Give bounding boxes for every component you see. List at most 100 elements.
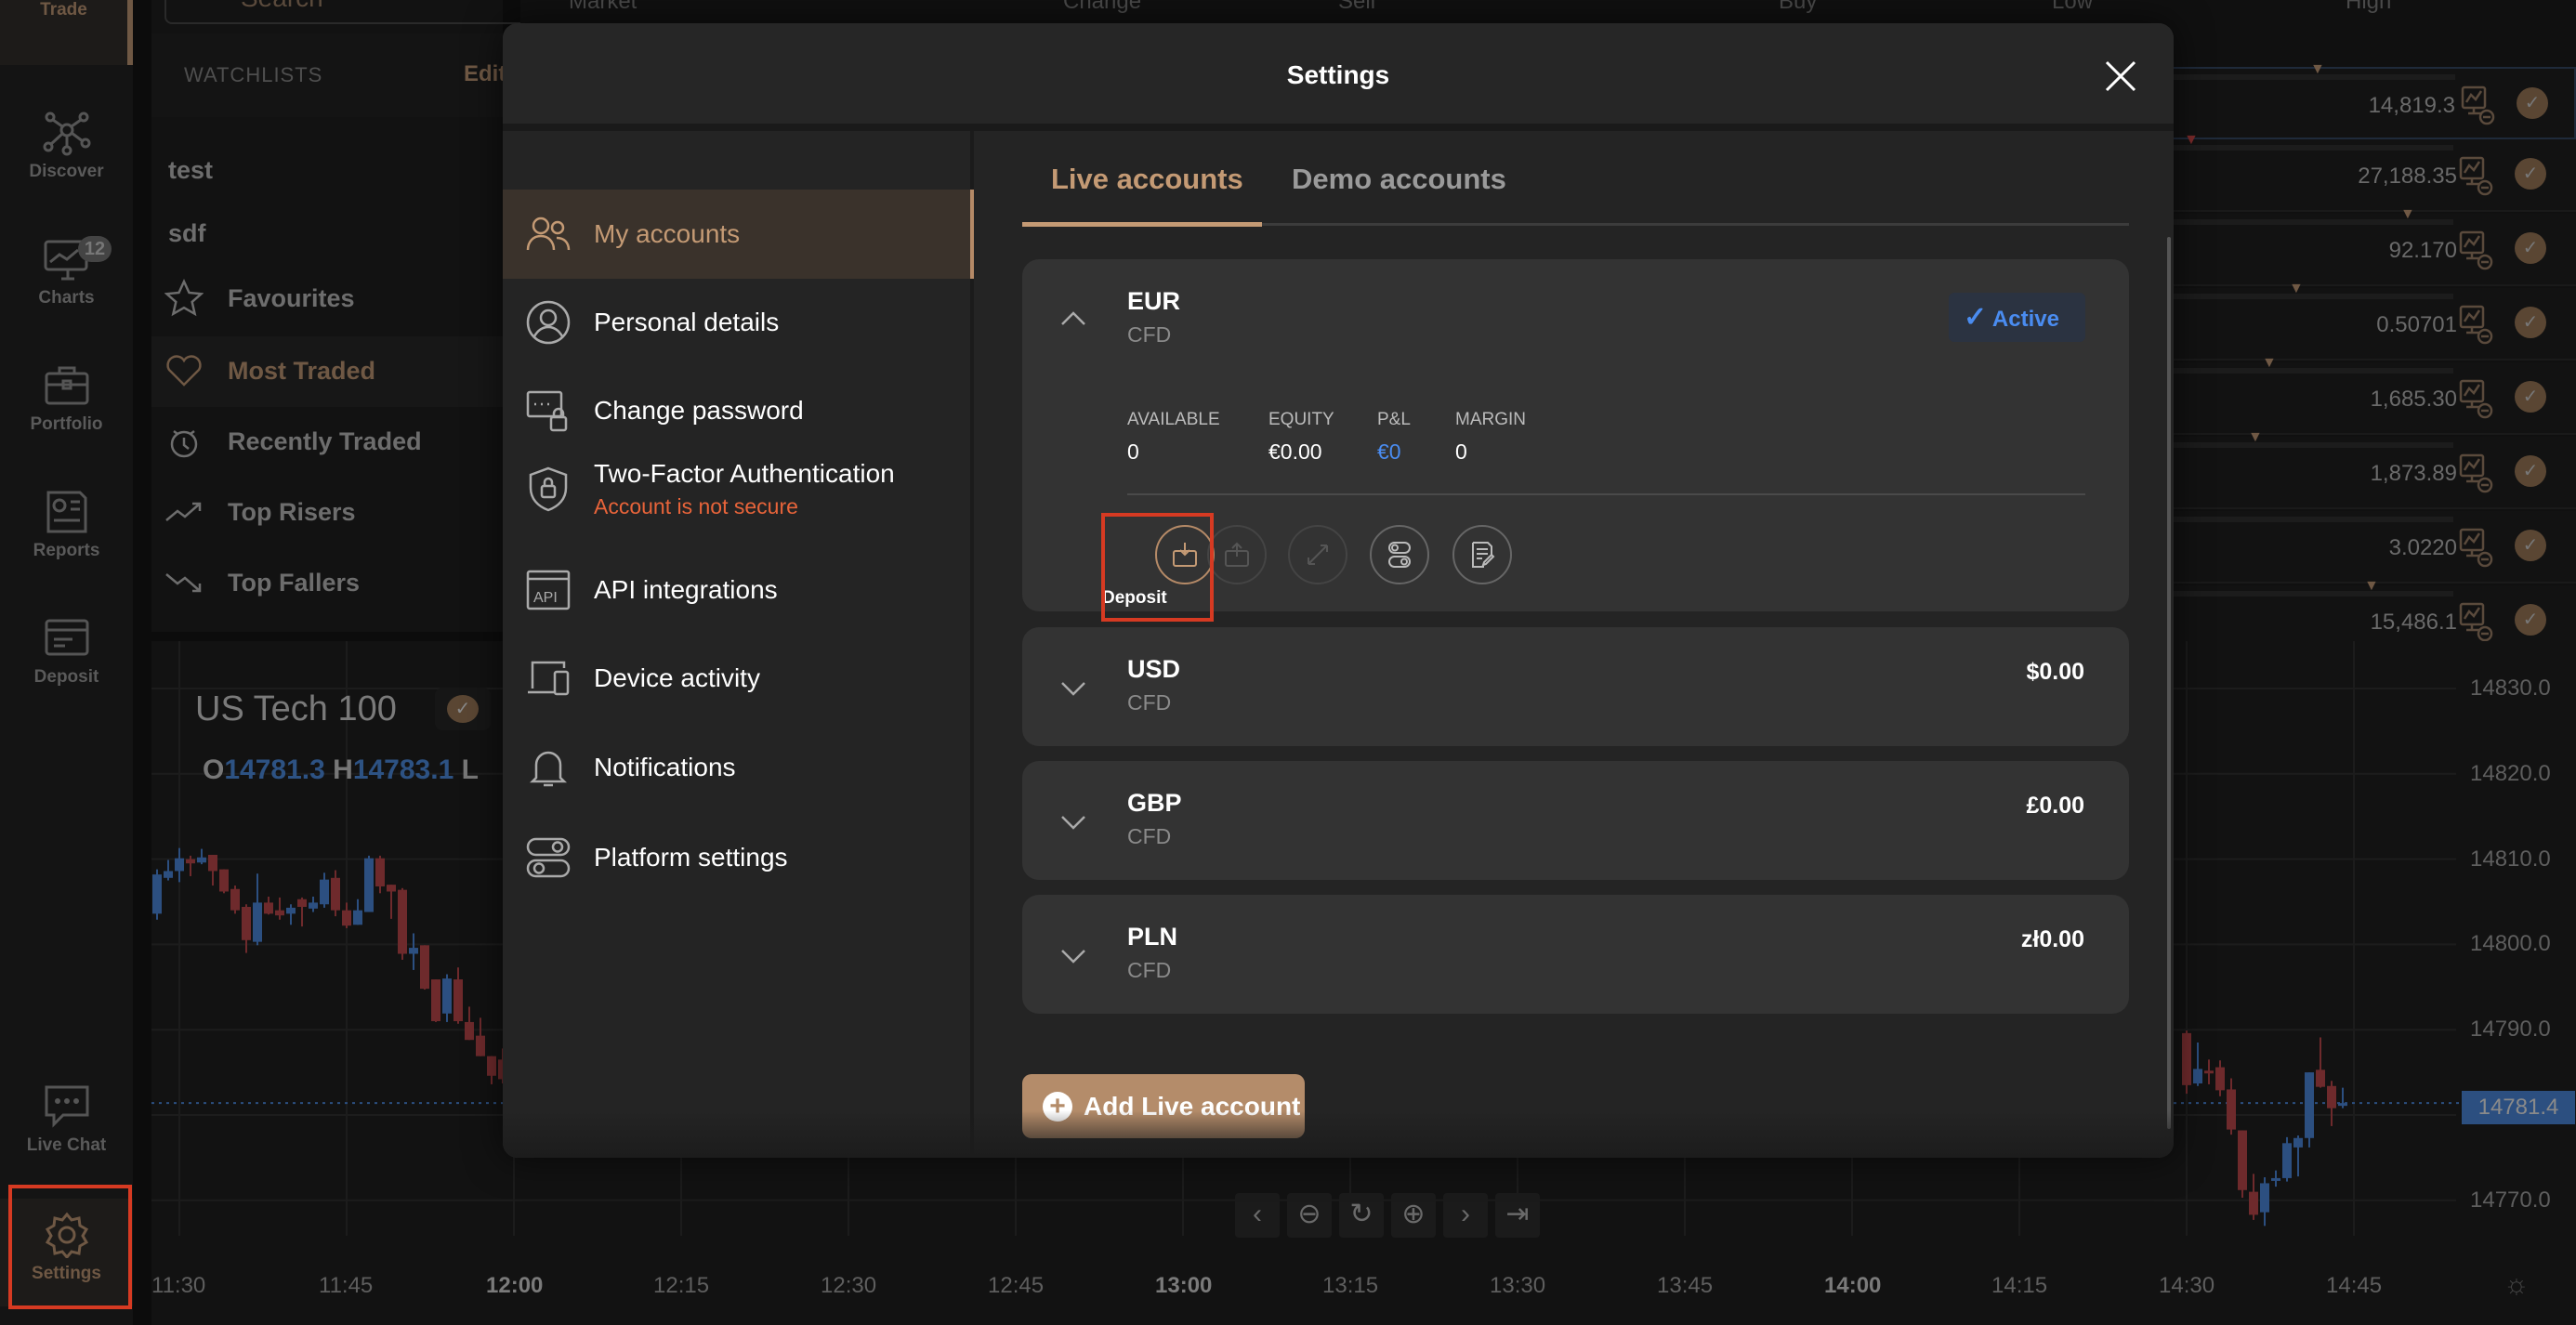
zoom-out-button[interactable]: ⊖ [1287, 1193, 1332, 1238]
add-live-account-button[interactable]: + Add Live account [1022, 1074, 1305, 1138]
column-change[interactable]: Change [1063, 0, 1141, 15]
watchlist-top-fallers[interactable]: Top Fallers [164, 563, 360, 602]
high-value: 0.50701 [2376, 312, 2457, 337]
candle [2249, 1191, 2258, 1215]
check-icon[interactable]: ✓ [2515, 381, 2546, 413]
scroll-right-button[interactable]: › [1443, 1193, 1488, 1238]
tab-live-accounts[interactable]: Live accounts [1051, 163, 1243, 196]
chart-monitor-icon[interactable] [2459, 602, 2494, 643]
column-sell[interactable]: Sell [1338, 0, 1375, 15]
nav-live-chat-label: Live Chat [26, 1135, 107, 1155]
watchlist-item[interactable]: sdf [168, 219, 206, 248]
watchlist-item-label: Top Risers [228, 497, 356, 526]
sidebar-item-my-accounts[interactable]: My accounts [503, 190, 974, 279]
candle [275, 910, 284, 916]
tab-demo-accounts[interactable]: Demo accounts [1292, 163, 1506, 196]
check-icon[interactable]: ✓ [2515, 604, 2546, 636]
column-buy[interactable]: Buy [1779, 0, 1817, 15]
watchlist-recently-traded[interactable]: Recently Traded [164, 422, 422, 461]
nav-reports[interactable]: Reports [0, 489, 133, 610]
chevron-down-icon[interactable] [1059, 674, 1087, 702]
price-marker-icon: ▼ [2310, 61, 2325, 77]
chart-monitor-icon[interactable] [2459, 305, 2494, 346]
nav-deposit-label: Deposit [33, 667, 99, 687]
candle [197, 857, 206, 863]
sidebar-item-label: API integrations [594, 575, 778, 604]
scroll-left-button[interactable]: ‹ [1235, 1193, 1280, 1238]
watchlist-most-traded[interactable]: Most Traded [164, 351, 375, 390]
chart-monitor-icon[interactable] [2461, 85, 2496, 126]
reset-button[interactable]: ↻ [1339, 1193, 1384, 1238]
scroll-end-button[interactable]: ⇥ [1495, 1193, 1540, 1238]
chevron-up-icon[interactable] [1059, 306, 1087, 334]
price-marker-icon: ▼ [2184, 132, 2199, 148]
instrument-check-button[interactable]: ✓ [435, 688, 491, 730]
nav-reports-label: Reports [33, 541, 100, 560]
watchlist-favourites[interactable]: Favourites [164, 279, 355, 318]
price-tick: 14800.0 [2470, 931, 2551, 957]
chart-monitor-icon[interactable] [2459, 528, 2494, 569]
check-icon[interactable]: ✓ [2515, 158, 2546, 190]
chevron-down-icon[interactable] [1059, 941, 1087, 969]
column-low[interactable]: Low [2052, 0, 2093, 15]
sidebar-item-two-factor[interactable]: Two-Factor Authentication Account is not … [503, 438, 974, 540]
chart-settings-icon[interactable]: ☼ [2504, 1269, 2530, 1301]
check-icon[interactable]: ✓ [2515, 232, 2546, 264]
account-card-pln[interactable]: PLN CFD zł0.00 [1022, 895, 2129, 1014]
close-icon[interactable] [2105, 60, 2136, 92]
scrollbar[interactable] [2167, 237, 2171, 1129]
chart-monitor-icon[interactable] [2459, 379, 2494, 420]
sidebar-item-personal-details[interactable]: Personal details [503, 278, 974, 367]
nav-deposit[interactable]: Deposit [0, 615, 133, 736]
sidebar-item-platform-settings[interactable]: Platform settings [503, 813, 974, 902]
sidebar-item-device-activity[interactable]: Device activity [503, 634, 974, 723]
watchlist-item-label: Recently Traded [228, 426, 422, 455]
candle [2227, 1089, 2236, 1130]
sidebar-item-notifications[interactable]: Notifications [503, 723, 974, 812]
account-type: CFD [1127, 690, 1172, 715]
nav-charts[interactable]: Charts 12 [0, 236, 133, 357]
zoom-in-button[interactable]: ⊕ [1391, 1193, 1436, 1238]
bell-icon [529, 751, 568, 787]
sidebar-item-label: Notifications [594, 753, 736, 781]
check-icon[interactable]: ✓ [2517, 87, 2548, 119]
edit-watchlists-link[interactable]: Edit [464, 61, 506, 87]
chat-icon [45, 1085, 88, 1128]
chevron-down-icon[interactable] [1059, 807, 1087, 835]
account-balance: zł0.00 [2020, 926, 2084, 952]
settings-highlight [8, 1185, 132, 1309]
column-market[interactable]: Market [569, 0, 637, 15]
nav-trade[interactable]: Trade [0, 0, 133, 65]
candle [2238, 1130, 2247, 1190]
transfer-button[interactable] [1288, 525, 1347, 584]
account-card-usd[interactable]: USD CFD $0.00 [1022, 627, 2129, 746]
candle [186, 859, 195, 864]
sidebar-item-api-integrations[interactable]: API API integrations [503, 545, 974, 635]
ohlc-high-label: H [333, 754, 353, 785]
check-icon[interactable]: ✓ [2515, 530, 2546, 561]
check-icon[interactable]: ✓ [2515, 455, 2546, 487]
sidebar-item-label: My accounts [594, 219, 741, 248]
chart-monitor-icon[interactable] [2459, 230, 2494, 271]
chart-monitor-icon[interactable] [2459, 453, 2494, 494]
high-value: 92.170 [2388, 238, 2457, 263]
candle [175, 858, 184, 872]
users-icon [526, 216, 571, 251]
briefcase-icon [45, 366, 88, 405]
withdraw-button[interactable] [1207, 525, 1267, 584]
check-icon[interactable]: ✓ [2515, 307, 2546, 338]
watchlist-top-risers[interactable]: Top Risers [164, 492, 356, 531]
stat-label: AVAILABLE [1127, 410, 1220, 429]
stat-label: MARGIN [1455, 410, 1526, 429]
chart-monitor-icon[interactable] [2459, 156, 2494, 197]
watchlist-item-label: Top Fallers [228, 568, 361, 597]
deposit-highlight [1101, 513, 1214, 622]
stat-label: EQUITY [1268, 410, 1334, 429]
account-card-gbp[interactable]: GBP CFD £0.00 [1022, 761, 2129, 880]
account-settings-button[interactable] [1370, 525, 1429, 584]
watchlist-item[interactable]: test [168, 156, 213, 185]
nav-portfolio[interactable]: Portfolio [0, 362, 133, 483]
statement-button[interactable] [1452, 525, 1512, 584]
nav-discover[interactable]: Discover [0, 110, 133, 230]
column-high[interactable]: High [2346, 0, 2391, 15]
